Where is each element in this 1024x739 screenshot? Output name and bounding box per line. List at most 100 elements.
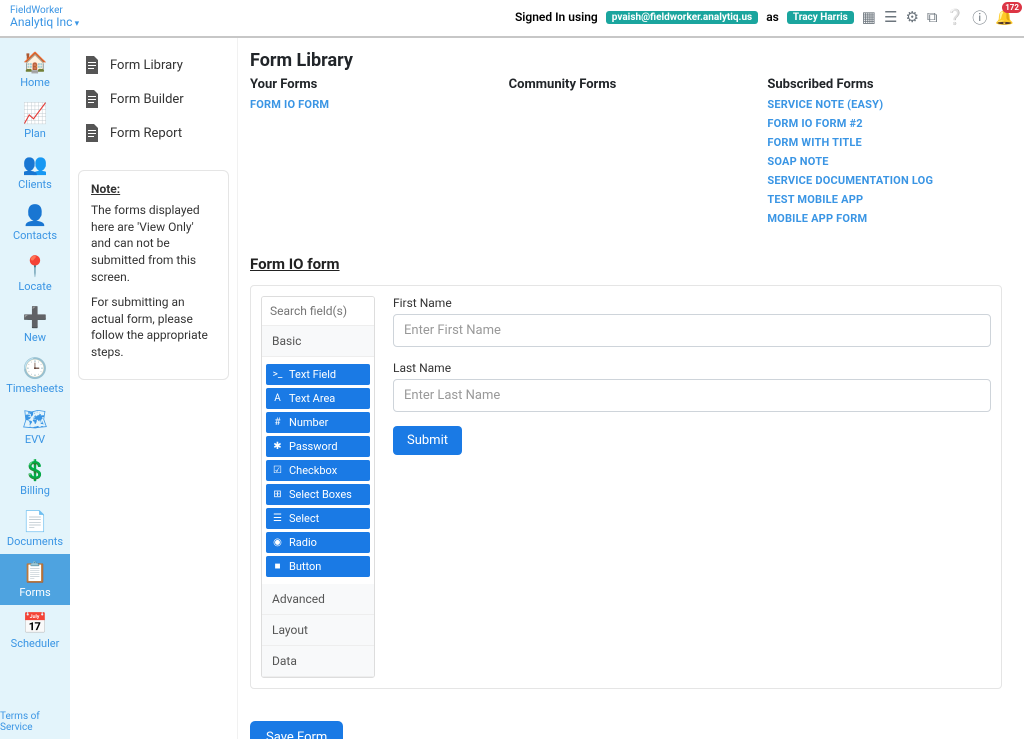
asterisk-icon: ✱: [272, 441, 283, 452]
user-name-pill: Tracy Harris: [787, 11, 854, 24]
side-form-library[interactable]: Form Library: [78, 48, 229, 82]
form-link[interactable]: FORM IO FORM: [250, 98, 485, 111]
palette-group-basic[interactable]: Basic: [262, 326, 374, 357]
billing-icon: 💲: [23, 458, 48, 482]
first-name-label: First Name: [393, 296, 991, 310]
nav-documents[interactable]: 📄Documents: [0, 503, 70, 554]
clients-icon: 👥: [23, 152, 48, 176]
nav-scheduler[interactable]: 📅Scheduler: [0, 605, 70, 656]
form-link[interactable]: MOBILE APP FORM: [767, 212, 1002, 225]
plus-square-icon: ⊞: [272, 489, 283, 500]
nav-locate[interactable]: 📍Locate: [0, 248, 70, 299]
comp-checkbox[interactable]: ☑Checkbox: [266, 460, 370, 481]
nav-timesheets[interactable]: 🕒Timesheets: [0, 350, 70, 401]
form-link[interactable]: FORM IO FORM #2: [767, 117, 1002, 130]
doc-icon: [84, 56, 100, 74]
bell-icon[interactable]: 🔔172: [995, 8, 1014, 26]
nav-contacts[interactable]: 👤Contacts: [0, 197, 70, 248]
side-label: Form Report: [110, 126, 182, 141]
save-form-button[interactable]: Save Form: [250, 721, 343, 739]
plan-icon: 📈: [23, 101, 48, 125]
nav-evv[interactable]: 🗺EVV: [0, 401, 70, 452]
comp-text-field[interactable]: >_Text Field: [266, 364, 370, 385]
subscribed-forms-column: Subscribed Forms SERVICE NOTE (EASY) FOR…: [767, 77, 1002, 231]
note-box: Note: The forms displayed here are 'View…: [78, 170, 229, 380]
brand[interactable]: FieldWorker Analytiq Inc: [10, 5, 79, 30]
page-title: Form Library: [250, 50, 1002, 71]
evv-icon: 🗺: [22, 407, 47, 431]
grid-icon[interactable]: ▦: [862, 8, 876, 26]
signed-in-label: Signed In using: [515, 10, 598, 24]
stop-icon: ■: [272, 561, 283, 572]
as-label: as: [766, 10, 779, 24]
form-link[interactable]: FORM WITH TITLE: [767, 136, 1002, 149]
comp-radio[interactable]: ◉Radio: [266, 532, 370, 553]
scheduler-icon: 📅: [23, 611, 48, 635]
comp-button[interactable]: ■Button: [266, 556, 370, 577]
new-icon: ➕: [23, 305, 48, 329]
last-name-label: Last Name: [393, 361, 991, 375]
submit-button[interactable]: Submit: [393, 426, 462, 455]
doc-icon: [84, 124, 100, 142]
form-link[interactable]: SOAP NOTE: [767, 155, 1002, 168]
comp-select[interactable]: ☰Select: [266, 508, 370, 529]
notification-badge: 172: [1002, 2, 1022, 13]
form-builder-panel: Basic >_Text Field AText Area #Number ✱P…: [250, 285, 1002, 689]
nav-forms[interactable]: 📋Forms: [0, 554, 70, 605]
note-paragraph: The forms displayed here are 'View Only'…: [91, 202, 216, 286]
side-label: Form Library: [110, 58, 183, 73]
last-name-input[interactable]: [393, 379, 991, 412]
first-name-input[interactable]: [393, 314, 991, 347]
list-icon: ☰: [272, 513, 283, 524]
gear-icon[interactable]: ⚙: [905, 8, 918, 26]
column-title: Subscribed Forms: [767, 77, 1002, 92]
terminal-icon: >_: [272, 369, 283, 380]
nav-clients[interactable]: 👥Clients: [0, 146, 70, 197]
search-input[interactable]: [262, 297, 374, 326]
help-icon[interactable]: ❔: [946, 8, 965, 26]
doc-icon: [84, 90, 100, 108]
form-link[interactable]: TEST MOBILE APP: [767, 193, 1002, 206]
brand-dropdown[interactable]: Analytiq Inc: [10, 16, 79, 30]
nav-new[interactable]: ➕New: [0, 299, 70, 350]
nav-billing[interactable]: 💲Billing: [0, 452, 70, 503]
nav-home[interactable]: 🏠Home: [0, 44, 70, 95]
hash-icon: #: [272, 417, 283, 428]
font-icon: A: [272, 393, 283, 404]
palette-group-advanced[interactable]: Advanced: [262, 584, 374, 615]
radio-icon: ◉: [272, 537, 283, 548]
side-label: Form Builder: [110, 92, 184, 107]
form-link[interactable]: SERVICE NOTE (EASY): [767, 98, 1002, 111]
comp-text-area[interactable]: AText Area: [266, 388, 370, 409]
header-right: Signed In using pvaish@fieldworker.analy…: [515, 7, 1014, 28]
palette-group-data[interactable]: Data: [262, 646, 374, 677]
palette-group-layout[interactable]: Layout: [262, 615, 374, 646]
secondary-nav: Form Library Form Builder Form Report No…: [70, 38, 238, 739]
form-columns: Your Forms FORM IO FORM Community Forms …: [250, 77, 1002, 231]
nav-plan[interactable]: 📈Plan: [0, 95, 70, 146]
form-link[interactable]: SERVICE DOCUMENTATION LOG: [767, 174, 1002, 187]
terms-link[interactable]: Terms of Service: [0, 711, 70, 739]
section-title: Form IO form: [250, 255, 1002, 273]
component-palette: Basic >_Text Field AText Area #Number ✱P…: [261, 296, 375, 678]
locate-icon: 📍: [23, 254, 48, 278]
check-icon: ☑: [272, 465, 283, 476]
copy-icon[interactable]: ⧉: [927, 8, 938, 26]
side-form-builder[interactable]: Form Builder: [78, 82, 229, 116]
column-title: Community Forms: [509, 77, 744, 92]
user-email-pill: pvaish@fieldworker.analytiq.us: [606, 11, 758, 24]
info-icon[interactable]: ⓘ: [972, 7, 987, 28]
column-title: Your Forms: [250, 77, 485, 92]
content: Form Library Your Forms FORM IO FORM Com…: [238, 38, 1024, 739]
palette-group-body: >_Text Field AText Area #Number ✱Passwor…: [262, 357, 374, 584]
note-title: Note:: [91, 181, 216, 198]
comp-password[interactable]: ✱Password: [266, 436, 370, 457]
side-form-report[interactable]: Form Report: [78, 116, 229, 150]
timesheets-icon: 🕒: [23, 356, 48, 380]
brand-top: FieldWorker: [10, 5, 79, 16]
list-icon[interactable]: ☰: [884, 8, 897, 26]
comp-select-boxes[interactable]: ⊞Select Boxes: [266, 484, 370, 505]
form-preview: First Name Last Name Submit: [393, 296, 991, 678]
comp-number[interactable]: #Number: [266, 412, 370, 433]
note-paragraph: For submitting an actual form, please fo…: [91, 294, 216, 361]
